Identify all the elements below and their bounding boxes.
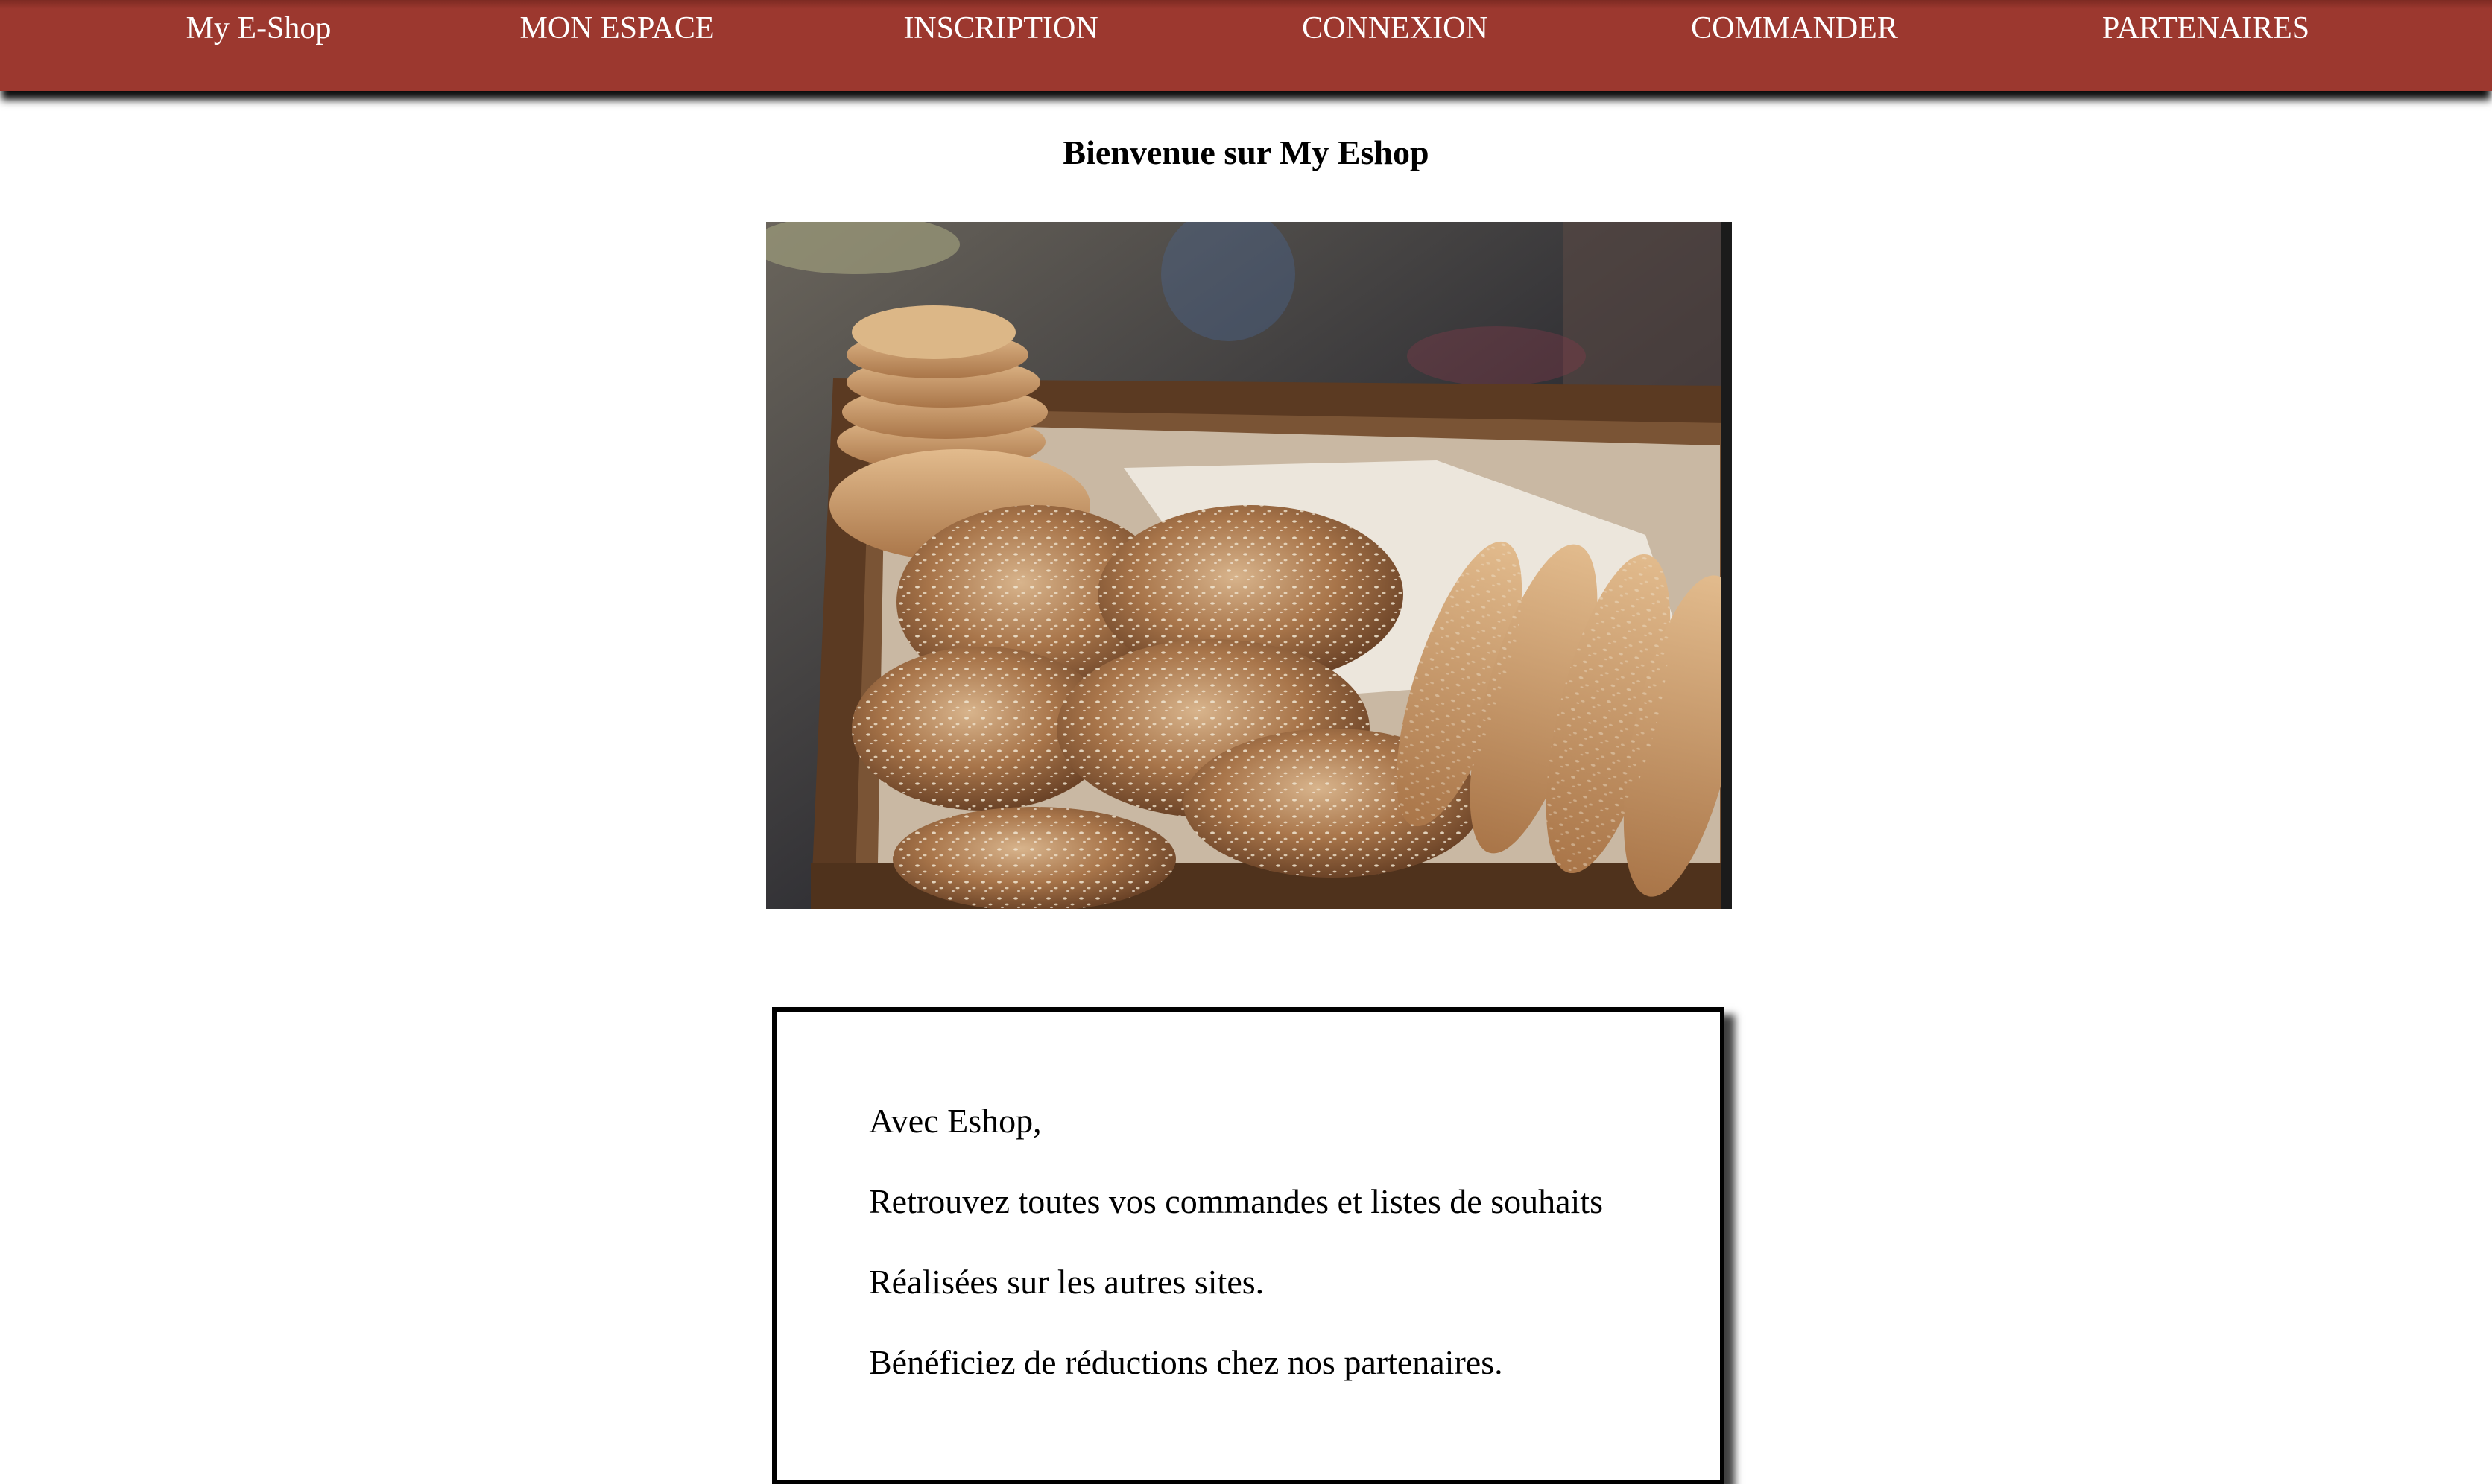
nav-link-commander[interactable]: COMMANDER <box>1691 0 1898 57</box>
intro-line: Réalisées sur les autres sites. <box>869 1263 1265 1301</box>
top-navbar: My E-Shop MON ESPACE INSCRIPTION CONNEXI… <box>0 0 2492 91</box>
nav-link-connexion[interactable]: CONNEXION <box>1302 0 1488 57</box>
intro-line: Bénéficiez de réductions chez nos parten… <box>869 1343 1503 1381</box>
intro-box: Avec Eshop, Retrouvez toutes vos command… <box>772 1007 1724 1484</box>
intro-line: Retrouvez toutes vos commandes et listes… <box>869 1182 1603 1220</box>
intro-line: Avec Eshop, <box>869 1102 1042 1140</box>
bread-image <box>766 222 1732 909</box>
nav-link-mon-espace[interactable]: MON ESPACE <box>519 0 714 57</box>
nav-link-inscription[interactable]: INSCRIPTION <box>903 0 1098 57</box>
nav-link-partenaires[interactable]: PARTENAIRES <box>2102 0 2309 57</box>
bread-illustration <box>766 222 1732 909</box>
page-title: Bienvenue sur My Eshop <box>1063 133 1429 171</box>
nav-brand-link[interactable]: My E-Shop <box>186 0 332 57</box>
